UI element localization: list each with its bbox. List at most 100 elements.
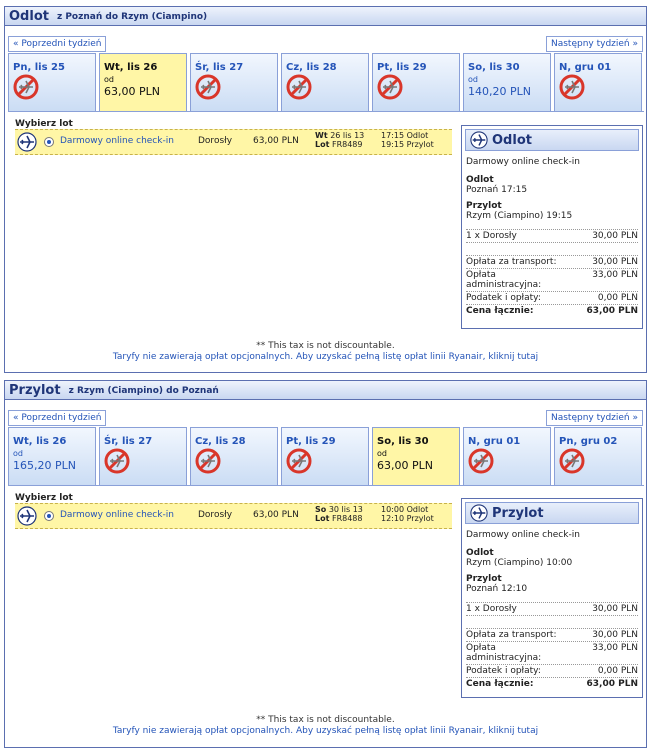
next-week-button[interactable]: Następny tydzień » [545,36,643,52]
outbound-route: z Poznań do Rzym (Ciampino) [56,12,208,22]
departure-time: 17:15 Odlot [381,131,429,140]
arrival-time: 12:10 Przylot [381,514,434,523]
flight-date: Wt 26 lis 13 Lot FR8489 [315,131,364,149]
pax-label: 1 x Dorosły [466,231,517,241]
day-tab-selected[interactable]: Wt, lis 26 od 63,00 PLN [99,53,187,112]
no-flight-icon [13,74,39,100]
flight-day: So [315,505,327,514]
transport-value: 30,00 PLN [592,257,638,267]
no-flight-icon [559,74,585,100]
day-tab[interactable]: N, gru 01 [463,427,551,486]
next-week-button[interactable]: Następny tydzień » [545,410,643,426]
day-tab[interactable]: Cz, lis 28 [190,427,278,486]
divider [8,485,644,486]
admin-value: 33,00 PLN [592,270,638,280]
summary-tax-row: Podatek i opłaty: 0,00 PLN [466,292,638,305]
summary-checkin: Darmowy online check-in [466,157,580,167]
day-tab[interactable]: Pt, lis 29 [281,427,369,486]
day-label: Pt, lis 29 [377,62,427,73]
summary-total-row: Cena łącznie: 63,00 PLN [466,678,638,690]
day-tab[interactable]: N, gru 01 [554,53,642,112]
flight-row[interactable]: Darmowy online check-in Dorosły 63,00 PL… [15,129,452,155]
day-tab[interactable]: Wt, lis 26 od 165,20 PLN [8,427,96,486]
total-label: Cena łącznie: [466,679,534,689]
day-label: So, lis 30 [377,436,429,447]
admin-value: 33,00 PLN [592,643,638,653]
transport-label: Opłata za transport: [466,257,557,267]
pax-value: 30,00 PLN [592,231,638,241]
day-label: Śr, lis 27 [104,436,153,447]
no-flight-icon [286,448,312,474]
summary-checkin: Darmowy online check-in [466,530,580,540]
arrival-time: 19:15 Przylot [381,140,434,149]
flight-times: 17:15 Odlot 19:15 Przylot [381,131,434,149]
flight-date-value: 30 lis 13 [328,505,363,514]
day-tab[interactable]: Śr, lis 27 [190,53,278,112]
summary-title: Odlot [492,132,532,148]
summary-pax-row: 1 x Dorosły 30,00 PLN [466,602,638,616]
flight-radio[interactable] [44,137,54,147]
outbound-summary-panel: Odlot Darmowy online check-in Odlot Pozn… [461,125,643,329]
flight-radio[interactable] [44,511,54,521]
flight-date: So 30 lis 13 Lot FR8488 [315,505,363,523]
fares-note-link[interactable]: Taryfy nie zawierają opłat opcjonalnych.… [5,352,646,362]
inbound-header: Przylot z Rzym (Ciampino) do Poznań [5,381,646,400]
prev-week-button[interactable]: « Poprzedni tydzień [8,410,107,426]
flight-day: Wt [315,131,328,140]
day-tab[interactable]: Pt, lis 29 [372,53,460,112]
outbound-title: Odlot [9,8,49,24]
passenger-type: Dorosły [198,510,233,520]
summary-departure-label: Odlot [466,548,494,558]
plane-icon [17,132,37,152]
summary-arrival-value: Rzym (Ciampino) 19:15 [466,211,573,221]
tax-value: 0,00 PLN [597,666,638,676]
day-from-label: od [13,449,23,458]
departure-time: 10:00 Odlot [381,505,429,514]
no-flight-icon [195,448,221,474]
choose-flight-label: Wybierz lot [15,493,73,503]
inbound-section: Przylot z Rzym (Ciampino) do Poznań « Po… [4,380,647,748]
tax-note: ** This tax is not discountable. [256,715,395,725]
outbound-header: Odlot z Poznań do Rzym (Ciampino) [5,7,646,26]
summary-total-row: Cena łącznie: 63,00 PLN [466,305,638,317]
day-tab[interactable]: So, lis 30 od 140,20 PLN [463,53,551,112]
day-label: Wt, lis 26 [104,62,158,73]
day-tab[interactable]: Cz, lis 28 [281,53,369,112]
flight-row[interactable]: Darmowy online check-in Dorosły 63,00 PL… [15,503,452,529]
day-tab[interactable]: Pn, lis 25 [8,53,96,112]
summary-title: Przylot [492,505,544,521]
checkin-link[interactable]: Darmowy online check-in [60,510,174,520]
checkin-link[interactable]: Darmowy online check-in [60,136,174,146]
fares-note-link[interactable]: Taryfy nie zawierają opłat opcjonalnych.… [5,726,646,736]
summary-header: Przylot [465,502,639,524]
tax-label: Podatek i opłaty: [466,666,541,676]
total-value: 63,00 PLN [586,306,638,316]
day-tab[interactable]: Pn, gru 02 [554,427,642,486]
pax-label: 1 x Dorosły [466,604,517,614]
no-flight-icon [286,74,312,100]
day-tab[interactable]: Śr, lis 27 [99,427,187,486]
day-price: 140,20 PLN [468,85,531,98]
day-label: Śr, lis 27 [195,62,244,73]
inbound-route: z Rzym (Ciampino) do Poznań [68,386,219,396]
pax-value: 30,00 PLN [592,604,638,614]
day-label: So, lis 30 [468,62,520,73]
plane-icon [470,504,488,522]
day-label: Cz, lis 28 [286,62,337,73]
no-flight-icon [195,74,221,100]
flight-lot-label: Lot [315,140,330,149]
passenger-type: Dorosły [198,136,233,146]
flight-price: 63,00 PLN [253,136,299,146]
summary-tax-row: Podatek i opłaty: 0,00 PLN [466,665,638,678]
summary-departure-value: Poznań 17:15 [466,185,528,195]
transport-value: 30,00 PLN [592,630,638,640]
flight-price: 63,00 PLN [253,510,299,520]
plane-icon [17,506,37,526]
summary-arrival-label: Przylot [466,574,502,584]
choose-flight-label: Wybierz lot [15,119,73,129]
day-tab-selected[interactable]: So, lis 30 od 63,00 PLN [372,427,460,486]
flight-lot-label: Lot [315,514,330,523]
day-price: 165,20 PLN [13,459,76,472]
prev-week-button[interactable]: « Poprzedni tydzień [8,36,107,52]
day-from-label: od [104,75,114,84]
